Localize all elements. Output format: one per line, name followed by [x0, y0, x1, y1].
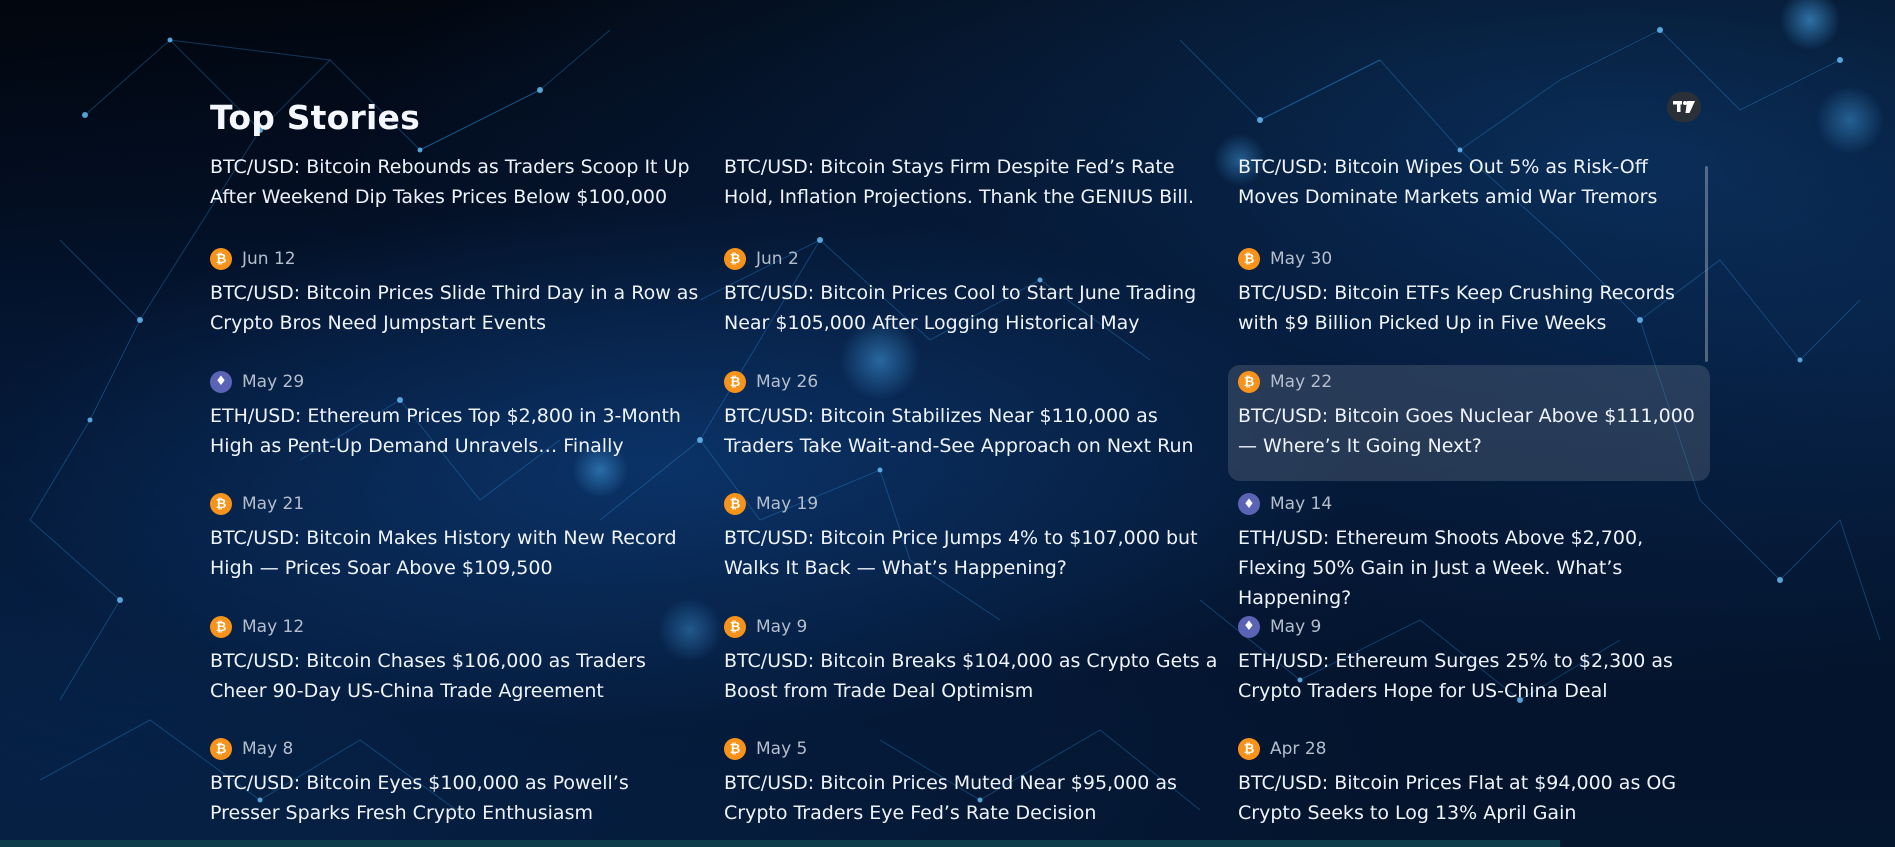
story-headline[interactable]: BTC/USD: Bitcoin ETFs Keep Crushing Reco…	[1238, 278, 1700, 338]
bitcoin-icon: ₿	[210, 248, 232, 270]
story-meta: ₿ May 22	[1238, 369, 1700, 395]
story-headline[interactable]: BTC/USD: Bitcoin Goes Nuclear Above $111…	[1238, 401, 1700, 461]
story-item[interactable]: ₿ May 22 BTC/USD: Bitcoin Goes Nuclear Abo…	[1228, 364, 1710, 481]
story-item[interactable]: ₿ May 30 BTC/USD: Bitcoin ETFs Keep Crushi…	[1228, 242, 1710, 358]
story-date: May 19	[756, 494, 819, 514]
story-date: May 8	[242, 739, 294, 759]
story-meta: ₿ May 5	[724, 736, 1218, 762]
story-meta: ♦ May 14	[1238, 491, 1700, 517]
story-item[interactable]: ₿ May 5 BTC/USD: Bitcoin Prices Muted Near…	[714, 732, 1228, 847]
story-headline[interactable]: ETH/USD: Ethereum Shoots Above $2,700, F…	[1238, 523, 1700, 613]
tradingview-logo-icon[interactable]	[1667, 92, 1701, 122]
story-date: May 22	[1270, 371, 1333, 392]
bitcoin-icon: ₿	[724, 248, 746, 270]
story-meta: ₿ Apr 28	[1238, 736, 1700, 762]
story-date: May 9	[756, 616, 808, 637]
story-item[interactable]: ₿ May 9 BTC/USD: Bitcoin Breaks $104,000 a…	[714, 610, 1228, 726]
story-headline[interactable]: BTC/USD: Bitcoin Makes History with New …	[210, 523, 704, 583]
story-item[interactable]: ₿ Apr 28 BTC/USD: Bitcoin Prices Flat at $…	[1228, 732, 1710, 847]
story-headline[interactable]: BTC/USD: Bitcoin Stays Firm Despite Fed’…	[724, 152, 1218, 212]
ethereum-icon: ♦	[210, 370, 232, 393]
story-item[interactable]: ₿ May 26 BTC/USD: Bitcoin Stabilizes Near …	[714, 365, 1228, 481]
story-date: May 12	[242, 616, 305, 637]
ethereum-icon: ♦	[1238, 493, 1260, 515]
story-headline[interactable]: BTC/USD: Bitcoin Prices Slide Third Day …	[210, 278, 704, 338]
story-headline[interactable]: BTC/USD: Bitcoin Stabilizes Near $110,00…	[724, 401, 1218, 461]
story-item[interactable]: ₿ Jun 2 BTC/USD: Bitcoin Prices Cool to St…	[714, 242, 1228, 358]
story-item[interactable]: ₿BTC/USD: Bitcoin Stays Firm Despite Fed…	[714, 152, 1228, 242]
story-headline[interactable]: BTC/USD: Bitcoin Prices Muted Near $95,0…	[724, 768, 1218, 828]
bottom-bar	[0, 840, 1560, 847]
story-headline[interactable]: BTC/USD: Bitcoin Chases $106,000 as Trad…	[210, 646, 704, 706]
story-meta: ₿ Jun 12	[210, 246, 704, 272]
story-date: May 14	[1270, 494, 1333, 514]
story-headline[interactable]: BTC/USD: Bitcoin Price Jumps 4% to $107,…	[724, 523, 1218, 583]
story-headline[interactable]: BTC/USD: Bitcoin Eyes $100,000 as Powell…	[210, 768, 704, 828]
story-item[interactable]: ₿ May 19 BTC/USD: Bitcoin Price Jumps 4% t…	[714, 487, 1228, 603]
story-item[interactable]: ₿BTC/USD: Bitcoin Wipes Out 5% as Risk-O…	[1228, 152, 1710, 242]
story-headline[interactable]: ETH/USD: Ethereum Prices Top $2,800 in 3…	[210, 401, 704, 461]
story-date: Jun 12	[242, 249, 296, 269]
bitcoin-icon: ₿	[210, 493, 232, 515]
story-meta: ₿ May 9	[724, 614, 1218, 640]
bitcoin-icon: ₿	[210, 738, 232, 760]
section-title: Top Stories	[210, 98, 420, 137]
story-item[interactable]: ♦ May 29 ETH/USD: Ethereum Prices Top $2,8…	[200, 365, 714, 481]
stories-grid: ₿ BTC/USD: Bitcoin Rebounds as Traders Sc…	[200, 152, 1710, 847]
bitcoin-icon: ₿	[1238, 370, 1260, 393]
story-meta: ₿ May 19	[724, 491, 1218, 517]
story-headline[interactable]: BTC/USD: Bitcoin Prices Cool to Start Ju…	[724, 278, 1218, 338]
story-date: Apr 28	[1270, 739, 1327, 759]
story-date: May 29	[242, 371, 305, 392]
top-stories-page: Top Stories ₿ BTC/USD: Bitcoin Rebounds a…	[0, 0, 1895, 847]
bitcoin-icon: ₿	[1238, 738, 1260, 760]
story-date: Jun 2	[756, 249, 799, 269]
bitcoin-icon: ₿	[724, 738, 746, 760]
story-item[interactable]: ♦ May 9 ETH/USD: Ethereum Surges 25% to $2…	[1228, 610, 1710, 726]
bitcoin-icon: ₿	[724, 370, 746, 393]
scrollbar[interactable]	[1705, 166, 1708, 362]
story-meta: ₿ May 26	[724, 369, 1218, 395]
story-item[interactable]: ₿BTC/USD: Bitcoin Rebounds as Traders Sc…	[200, 152, 714, 242]
story-meta: ₿ May 30	[1238, 246, 1700, 272]
story-meta: ₿ May 21	[210, 491, 704, 517]
story-date: May 26	[756, 371, 819, 392]
story-item[interactable]: ₿ Jun 12 BTC/USD: Bitcoin Prices Slide Thi…	[200, 242, 714, 358]
story-item[interactable]: ₿ May 8 BTC/USD: Bitcoin Eyes $100,000 as …	[200, 732, 714, 847]
story-date: May 9	[1270, 616, 1322, 637]
story-headline[interactable]: BTC/USD: Bitcoin Rebounds as Traders Sco…	[210, 152, 704, 212]
bitcoin-icon: ₿	[1238, 248, 1260, 270]
story-item[interactable]: ₿ May 21 BTC/USD: Bitcoin Makes History wi…	[200, 487, 714, 603]
story-meta: ₿ May 8	[210, 736, 704, 762]
story-meta: ♦ May 9	[1238, 614, 1700, 640]
story-headline[interactable]: ETH/USD: Ethereum Surges 25% to $2,300 a…	[1238, 646, 1700, 706]
story-date: May 5	[756, 739, 808, 759]
ethereum-icon: ♦	[1238, 615, 1260, 638]
story-meta: ♦ May 29	[210, 369, 704, 395]
story-headline[interactable]: BTC/USD: Bitcoin Prices Flat at $94,000 …	[1238, 768, 1700, 828]
story-date: May 21	[242, 494, 305, 514]
story-headline[interactable]: BTC/USD: Bitcoin Breaks $104,000 as Cryp…	[724, 646, 1218, 706]
story-item[interactable]: ₿ May 12 BTC/USD: Bitcoin Chases $106,000 …	[200, 610, 714, 726]
story-meta: ₿ May 12	[210, 614, 704, 640]
bitcoin-icon: ₿	[724, 493, 746, 515]
story-headline[interactable]: BTC/USD: Bitcoin Wipes Out 5% as Risk-Of…	[1238, 152, 1700, 212]
bitcoin-icon: ₿	[210, 615, 232, 638]
story-meta: ₿ Jun 2	[724, 246, 1218, 272]
story-item[interactable]: ♦ May 14 ETH/USD: Ethereum Shoots Above $2…	[1228, 487, 1710, 609]
bitcoin-icon: ₿	[724, 615, 746, 638]
story-date: May 30	[1270, 249, 1333, 269]
